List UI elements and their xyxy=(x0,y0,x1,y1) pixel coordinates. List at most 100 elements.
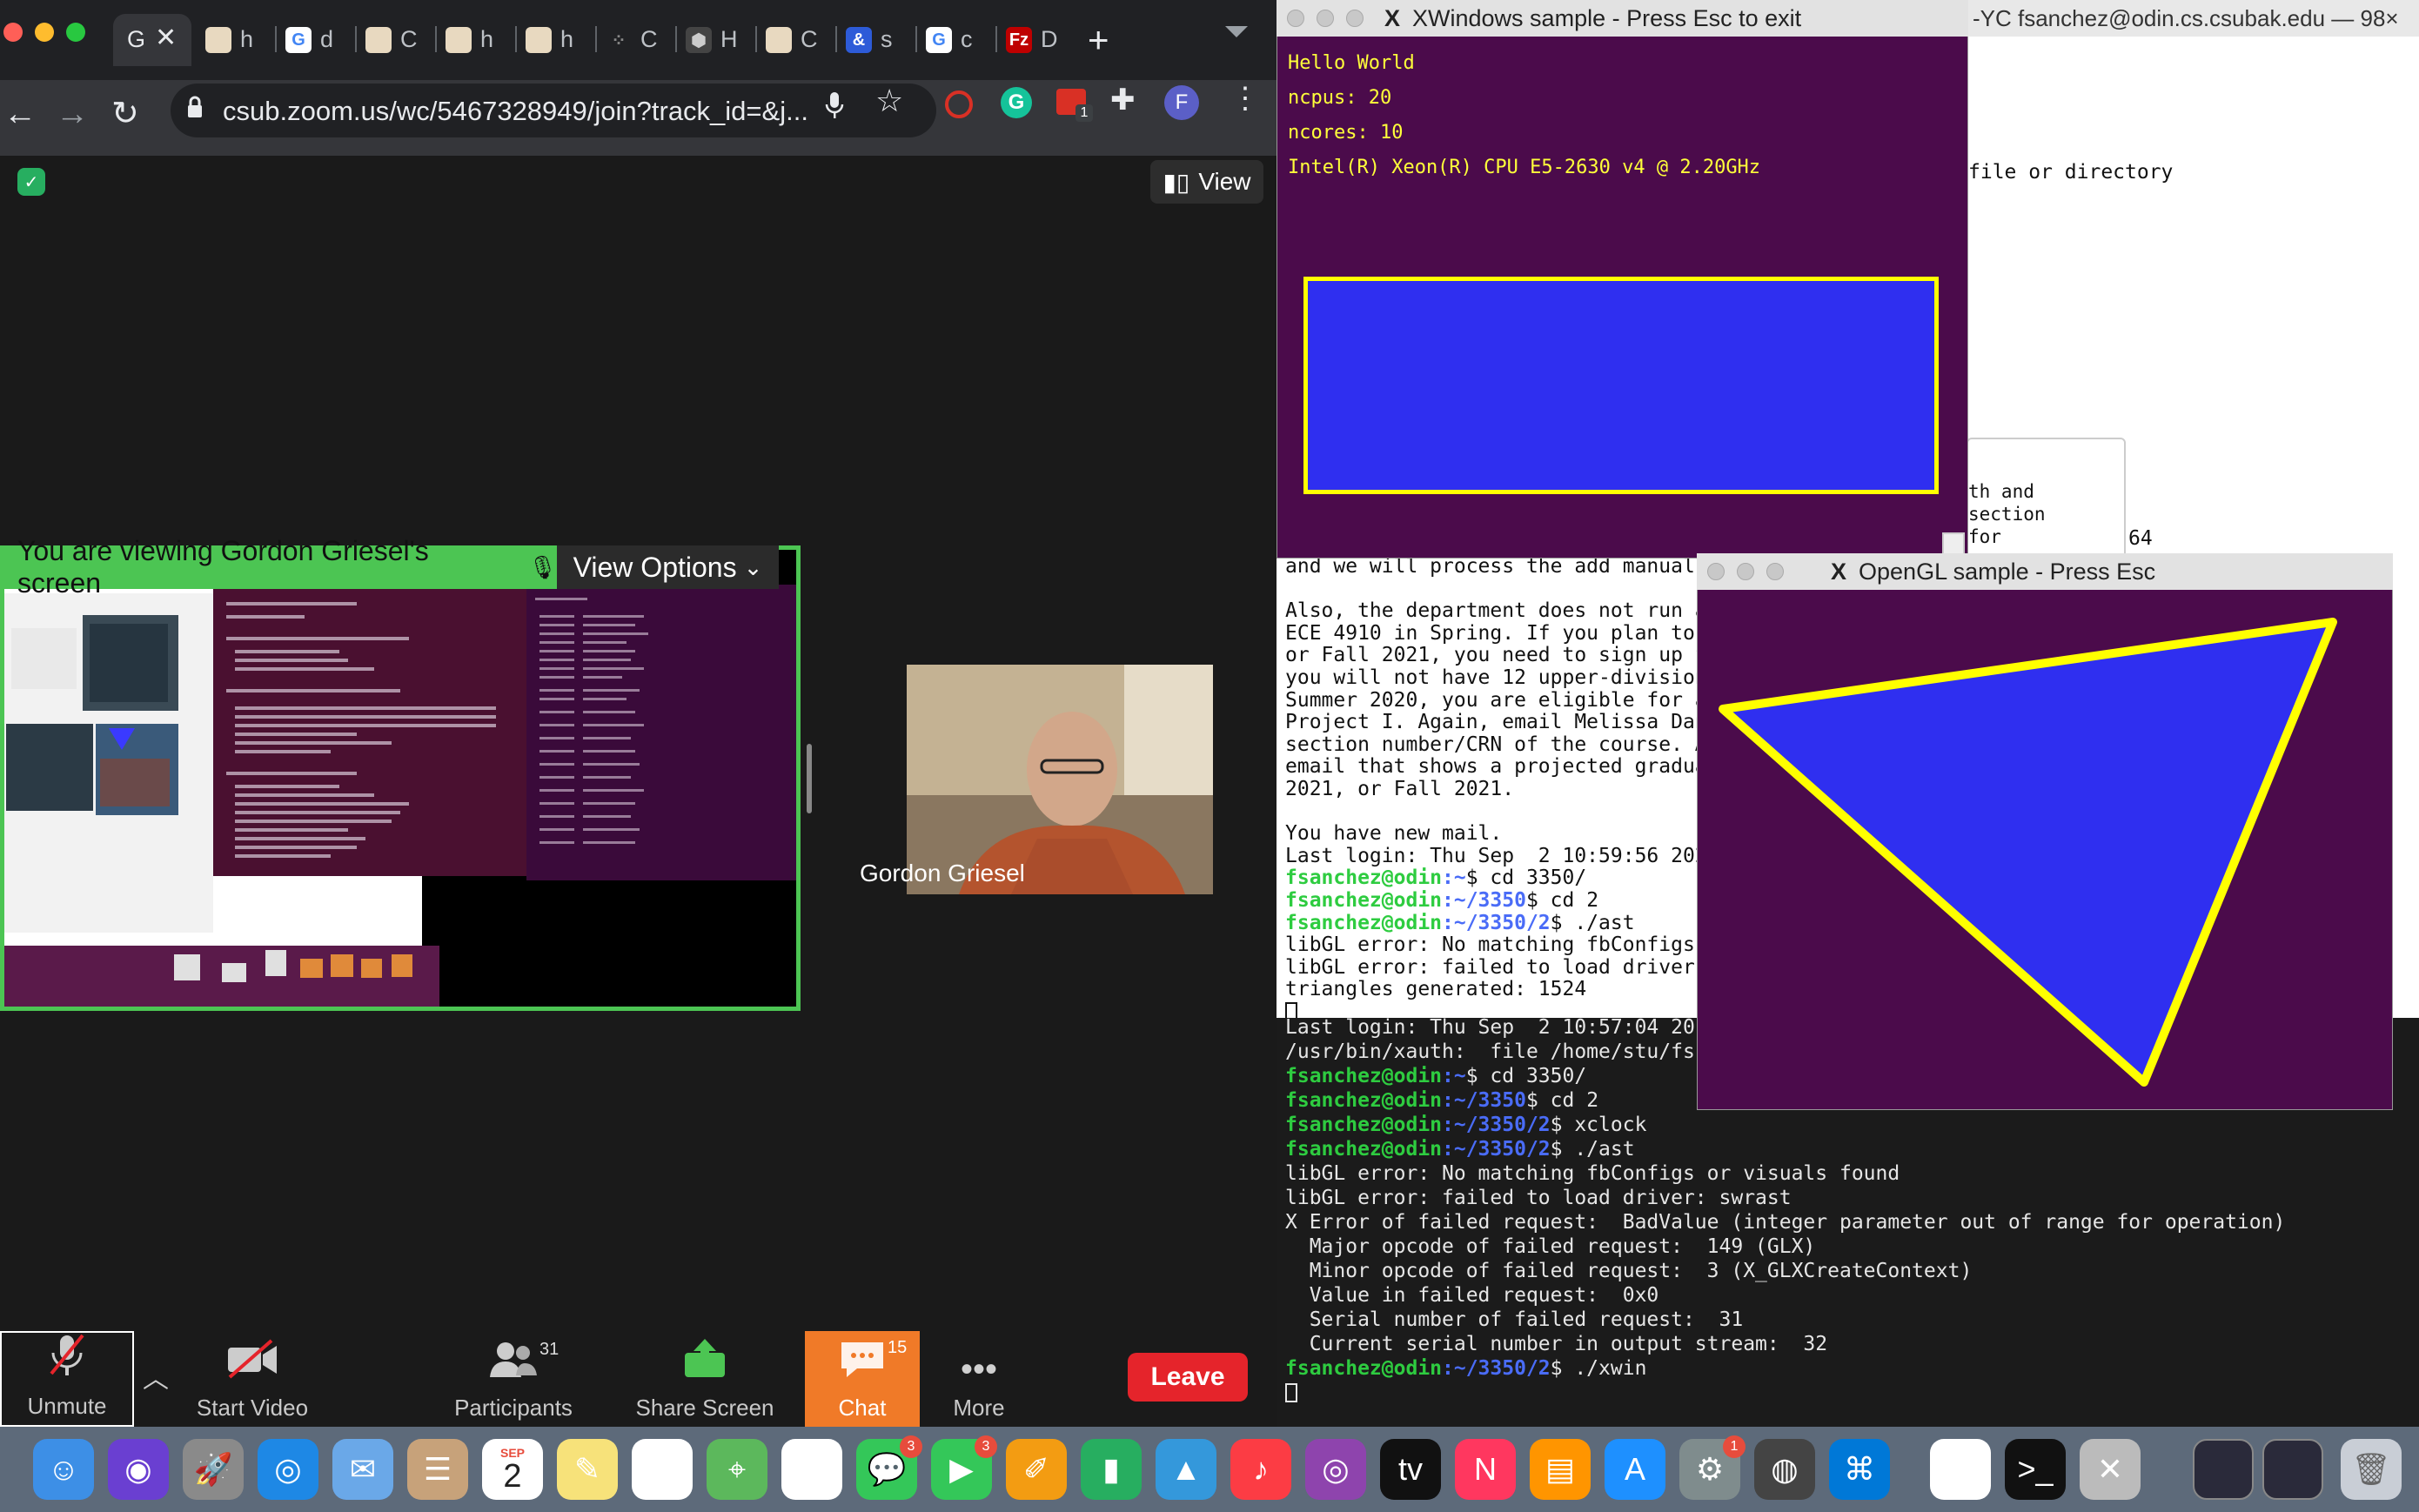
trash-icon[interactable]: 🗑 xyxy=(2341,1439,2402,1500)
finder-icon[interactable]: ☺ xyxy=(33,1439,94,1500)
tab-label[interactable]: d xyxy=(320,26,333,53)
reload-icon[interactable]: ↻ xyxy=(111,97,139,130)
browser-menu-icon[interactable]: ⋮ xyxy=(1230,84,1260,113)
lock-icon[interactable] xyxy=(186,96,204,118)
tab-favicon-zoom-icon xyxy=(365,27,392,53)
calendar-day: 2 xyxy=(503,1458,522,1495)
microphone-icon[interactable] xyxy=(825,90,844,124)
screenshot-icon[interactable]: ◍ xyxy=(1754,1439,1815,1500)
minimize-window-icon[interactable] xyxy=(1317,10,1334,27)
prompt-user: fsanchez@odin xyxy=(1285,1138,1443,1161)
more-label: More xyxy=(953,1395,1005,1421)
minimize-window-icon[interactable] xyxy=(35,23,54,42)
close-window-icon[interactable] xyxy=(1707,563,1725,580)
contacts-icon[interactable]: ☰ xyxy=(407,1439,468,1500)
new-tab-button[interactable]: + xyxy=(1088,19,1109,61)
participants-button[interactable]: Participants xyxy=(448,1331,579,1427)
close-window-icon[interactable] xyxy=(3,23,23,42)
info-popup: th and section for xyxy=(1967,438,2126,559)
news-icon[interactable]: N xyxy=(1455,1439,1516,1500)
shared-screen[interactable] xyxy=(0,545,801,1011)
tab-label[interactable]: h xyxy=(560,26,573,53)
tab-favicon-dots-icon: ⁘ xyxy=(606,27,632,53)
audio-options-chevron-icon[interactable]: ︿ xyxy=(143,1357,169,1395)
grammarly-icon[interactable]: G xyxy=(1001,87,1032,118)
tab-search-chevron-icon[interactable] xyxy=(1225,26,1248,37)
tab-active[interactable] xyxy=(113,14,191,66)
terminal-line: email that shows a projected graduation xyxy=(1285,757,1703,777)
participants-icon xyxy=(488,1341,539,1389)
calendar-icon[interactable]: SEP 2 xyxy=(482,1439,543,1500)
launchpad-icon[interactable]: 🚀 xyxy=(183,1439,244,1500)
back-icon[interactable]: ← xyxy=(3,97,37,130)
video-off-icon xyxy=(226,1339,278,1389)
terminal-line-text: X Error of failed request: BadValue (int… xyxy=(1285,1211,2286,1234)
terminal-cursor-line xyxy=(1285,1383,1297,1407)
terminal-icon[interactable]: >_ xyxy=(2005,1439,2066,1500)
tab-label[interactable]: h xyxy=(480,26,493,53)
vscode-icon[interactable]: ⌘ xyxy=(1829,1439,1890,1500)
safari-icon[interactable]: ◎ xyxy=(258,1439,318,1500)
minimized-window-icon[interactable] xyxy=(2262,1439,2323,1500)
reminders-icon[interactable]: ☑ xyxy=(632,1439,693,1500)
more-button[interactable]: ••• More xyxy=(931,1331,1027,1427)
close-tab-icon[interactable]: ✕ xyxy=(155,23,177,53)
terminal-line: Last login: Thu Sep 2 10:57:04 20 xyxy=(1285,1018,1695,1038)
apple-tv-icon[interactable]: tv xyxy=(1380,1439,1441,1500)
minimized-window-icon[interactable] xyxy=(2193,1439,2254,1500)
tab-label[interactable]: c xyxy=(961,26,973,53)
profile-avatar[interactable]: F xyxy=(1164,85,1199,120)
notes-icon[interactable]: ✎ xyxy=(557,1439,618,1500)
terminal-window-top[interactable]: and we will process the add manually. Als… xyxy=(1277,557,1703,1022)
terminal-line-text: Current serial number in output stream: … xyxy=(1285,1333,1828,1355)
tab-label[interactable]: D xyxy=(1041,26,1058,53)
tab-label[interactable]: h xyxy=(240,26,253,53)
tab-label[interactable]: C xyxy=(801,26,818,53)
maximize-window-icon[interactable] xyxy=(1346,10,1364,27)
close-window-icon[interactable] xyxy=(1287,10,1304,27)
leave-meeting-button[interactable]: Leave xyxy=(1128,1353,1248,1402)
resize-handle[interactable] xyxy=(807,744,812,813)
share-screen-button[interactable]: Share Screen xyxy=(635,1331,774,1427)
tab-label[interactable]: s xyxy=(881,26,893,53)
zoom-window-icon[interactable] xyxy=(66,23,85,42)
xquartz-icon[interactable]: ✕ xyxy=(2080,1439,2141,1500)
maximize-window-icon[interactable] xyxy=(1766,563,1784,580)
resize-grip-icon[interactable] xyxy=(1942,532,1965,555)
photos-icon[interactable]: ✿ xyxy=(781,1439,842,1500)
tab-label[interactable]: C xyxy=(640,26,658,53)
keynote-icon[interactable]: ▲ xyxy=(1156,1439,1216,1500)
terminal-line-text: section number/CRN of the course. Attac xyxy=(1285,733,1703,756)
prompt-cmd: $ cd 2 xyxy=(1525,889,1599,912)
extensions-puzzle-icon[interactable]: ✚ xyxy=(1110,85,1136,115)
mail-icon[interactable]: ✉ xyxy=(332,1439,393,1500)
terminal-prompt: fsanchez@odin:~/3350/2$ ./ast xyxy=(1285,913,1635,933)
app-store-icon[interactable]: A xyxy=(1605,1439,1665,1500)
terminal-line: Current serial number in output stream: … xyxy=(1285,1335,1827,1355)
terminal-line-text: you will not have 12 upper-division maj xyxy=(1285,666,1703,689)
forward-icon[interactable]: → xyxy=(56,97,89,130)
view-button[interactable]: ▮▯ View xyxy=(1150,160,1263,204)
music-icon[interactable]: ♪ xyxy=(1230,1439,1291,1500)
unmute-button[interactable]: Unmute xyxy=(0,1331,134,1427)
minimize-window-icon[interactable] xyxy=(1737,563,1754,580)
terminal-fragment-64: 64 xyxy=(2128,527,2153,550)
view-options-button[interactable]: View Options ⌄ xyxy=(557,545,779,589)
start-video-button[interactable]: Start Video xyxy=(191,1331,313,1427)
siri-icon[interactable]: ◉ xyxy=(108,1439,169,1500)
tab-label[interactable]: C xyxy=(400,26,418,53)
maps-icon[interactable]: ⌖ xyxy=(707,1439,767,1500)
opengl-sample-window[interactable] xyxy=(1697,553,2393,1110)
extension-recorder-icon[interactable] xyxy=(945,90,973,118)
xwin-text-line: ncores: 10 xyxy=(1288,122,1404,144)
chrome-icon[interactable]: ◉ xyxy=(1930,1439,1991,1500)
books-icon[interactable]: ▤ xyxy=(1530,1439,1591,1500)
tab-label[interactable]: H xyxy=(720,26,738,53)
numbers-icon[interactable]: ▮ xyxy=(1081,1439,1142,1500)
security-shield-icon[interactable]: ✓ xyxy=(17,168,45,196)
podcasts-icon[interactable]: ◎ xyxy=(1305,1439,1366,1500)
bookmark-star-icon[interactable]: ☆ xyxy=(875,85,903,117)
pages-icon[interactable]: ✐ xyxy=(1006,1439,1067,1500)
terminal-line: /usr/bin/xauth: file /home/stu/fs xyxy=(1285,1042,1695,1062)
tab-favicon-zoom-icon xyxy=(446,27,472,53)
